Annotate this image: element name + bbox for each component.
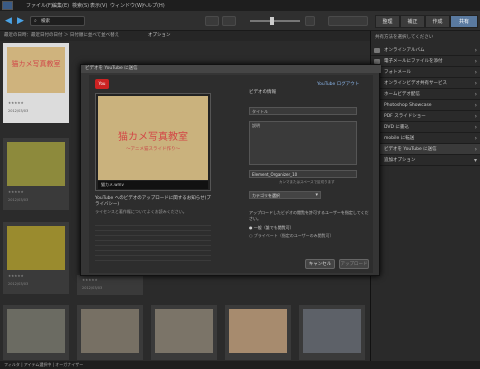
menu-help[interactable]: ヘルプ(H) bbox=[142, 2, 165, 9]
photo-cat bbox=[303, 309, 361, 353]
photo-cat bbox=[7, 142, 65, 186]
thumbnail[interactable] bbox=[151, 305, 217, 360]
radio-public[interactable]: ● 一般（誰でも閲覧可） bbox=[249, 225, 294, 231]
share-item-more[interactable]: 追加オプション ▾ bbox=[371, 155, 480, 166]
share-item-showcase[interactable]: Photoshop Showcase › bbox=[371, 100, 480, 111]
back-arrow-icon[interactable]: ◀ bbox=[5, 16, 12, 26]
menu-view[interactable]: 表示(V) bbox=[90, 2, 107, 9]
search-icon: ⌕ bbox=[34, 18, 37, 24]
tab-fix[interactable]: 補正 bbox=[400, 15, 425, 28]
zoom-slider[interactable] bbox=[250, 17, 300, 25]
preview-image: 猫カメ写真教室 〜アニメ猫スライド作り〜 bbox=[98, 96, 208, 180]
tab-organize[interactable]: 整理 bbox=[375, 15, 400, 28]
chevron-right-icon: › bbox=[474, 135, 477, 142]
category-select[interactable]: カテゴリを選択 ▾ bbox=[249, 191, 321, 199]
display-dropdown[interactable] bbox=[328, 16, 368, 26]
notice-text-block bbox=[95, 221, 211, 261]
tab-create[interactable]: 作成 bbox=[425, 15, 450, 28]
thumbnail-selected[interactable]: 猫カメ写真教室 ★★★★★ 2012/03/03 bbox=[3, 43, 69, 123]
option-button[interactable]: オプション bbox=[148, 31, 171, 41]
thumbnail[interactable] bbox=[77, 305, 143, 360]
chevron-right-icon: › bbox=[474, 69, 477, 76]
chevron-right-icon: › bbox=[474, 80, 477, 87]
radio-private[interactable]: ○ プライベート（指定のユーザーのみ閲覧可） bbox=[249, 233, 334, 239]
dialog-title: ビデオを YouTube に送信 bbox=[81, 65, 381, 73]
photo-cat bbox=[81, 309, 139, 353]
chevron-right-icon: › bbox=[474, 47, 477, 54]
upload-button[interactable]: アップロード bbox=[339, 259, 369, 269]
tab-share[interactable]: 共有 bbox=[450, 15, 478, 28]
share-panel: 共有方法を選択してください オンラインアルバム › 電子メールにファイルを添付 › … bbox=[370, 31, 480, 361]
photo-cat bbox=[7, 309, 65, 353]
preview-filename: 猫カメ.wmv bbox=[98, 181, 208, 189]
thumbnail[interactable]: ★★★★★ 2012/03/03 bbox=[3, 222, 69, 294]
menu-edit[interactable]: 編集(E) bbox=[52, 2, 69, 9]
toolbar: ◀ ▶ ⌕ 検索 整理 補正 作成 共有 bbox=[0, 11, 480, 31]
share-item-online-video[interactable]: オンラインビデオ共有サービス › bbox=[371, 78, 480, 89]
thumbnail[interactable]: ★★★★★ 2012/03/03 bbox=[77, 275, 143, 295]
dialog-body: You YouTube ログアウト 猫カメ写真教室 〜アニメ猫スライド作り〜 猫… bbox=[89, 75, 373, 273]
menu-window[interactable]: ウィンドウ(W) bbox=[110, 2, 144, 9]
view-mode-button[interactable] bbox=[205, 16, 219, 26]
chevron-right-icon: › bbox=[474, 146, 477, 153]
youtube-notice: YouTube へのビデオのアップロードに関するお知らせ(プライバシー) bbox=[95, 196, 211, 207]
chevron-right-icon: › bbox=[474, 124, 477, 131]
description-field[interactable]: 説明 bbox=[249, 121, 357, 165]
share-item-online-album[interactable]: オンラインアルバム › bbox=[371, 45, 480, 56]
share-item-email[interactable]: 電子メールにファイルを添付 › bbox=[371, 56, 480, 67]
chevron-right-icon: › bbox=[474, 102, 477, 109]
thumbnail[interactable] bbox=[3, 305, 69, 360]
video-info-heading: ビデオの情報 bbox=[249, 90, 276, 95]
grid-icon[interactable] bbox=[305, 16, 315, 26]
tags-field[interactable]: Element_Organizer_10 bbox=[249, 170, 357, 178]
share-item-home-video[interactable]: ホームビデオ配信 › bbox=[371, 89, 480, 100]
forward-arrow-icon[interactable]: ▶ bbox=[17, 16, 24, 26]
photo-cat bbox=[155, 309, 213, 353]
license-notice: ライセンスと著作権についてよくお読みください。 bbox=[95, 209, 187, 214]
share-item-pdf[interactable]: PDF スライドショー › bbox=[371, 111, 480, 122]
youtube-upload-dialog: ビデオを YouTube に送信 You YouTube ログアウト 猫カメ写真… bbox=[80, 64, 381, 276]
logout-link[interactable]: YouTube ログアウト bbox=[317, 81, 359, 87]
thumbnail[interactable]: ★★★★★ 2012/03/03 bbox=[3, 138, 69, 210]
sort-button[interactable] bbox=[222, 16, 236, 26]
filter-bar: 最近の日時：最近日付の日付 ＞ 日付順に並べて並べ替え オプション bbox=[0, 31, 370, 41]
search-input[interactable]: ⌕ 検索 bbox=[30, 16, 85, 26]
youtube-logo: You bbox=[95, 79, 109, 89]
share-item-mobile[interactable]: mobile に転送 › bbox=[371, 133, 480, 144]
menu-find[interactable]: 検索(S) bbox=[72, 2, 89, 9]
share-panel-header: 共有方法を選択してください bbox=[375, 35, 434, 40]
video-preview: 猫カメ写真教室 〜アニメ猫スライド作り〜 猫カメ.wmv bbox=[95, 93, 211, 191]
album-icon bbox=[374, 48, 380, 53]
chevron-down-icon: ▾ bbox=[473, 157, 477, 164]
thumbnail[interactable] bbox=[225, 305, 291, 360]
menu-file[interactable]: ファイル(F) bbox=[26, 2, 53, 9]
privacy-text: アップロードしたビデオの閲覧を許可するユーザーを指定してください。 bbox=[249, 210, 369, 221]
status-bar: フィルタ | アイテム選択中 | オーガナイザー bbox=[0, 361, 480, 369]
app-icon bbox=[2, 1, 13, 10]
thumbnail[interactable] bbox=[299, 305, 365, 360]
chevron-right-icon: › bbox=[474, 113, 477, 120]
menu-bar: ファイル(F) 編集(E) 検索(S) 表示(V) ウィンドウ(W) ヘルプ(H… bbox=[0, 0, 480, 11]
share-item-dvd[interactable]: DVD に書込 › bbox=[371, 122, 480, 133]
title-field[interactable]: タイトル bbox=[249, 107, 357, 115]
chevron-right-icon: › bbox=[474, 58, 477, 65]
chevron-down-icon: ▾ bbox=[315, 192, 318, 198]
share-item-photo-mail[interactable]: フォトメール › bbox=[371, 67, 480, 78]
chevron-right-icon: › bbox=[474, 91, 477, 98]
photo-cat bbox=[7, 226, 65, 270]
photo-cat bbox=[229, 309, 287, 353]
tags-hint: カンマまたはスペースで区切ります bbox=[279, 180, 335, 184]
cancel-button[interactable]: キャンセル bbox=[305, 259, 335, 269]
share-item-youtube[interactable]: ビデオを YouTube に送信 › bbox=[371, 144, 480, 155]
